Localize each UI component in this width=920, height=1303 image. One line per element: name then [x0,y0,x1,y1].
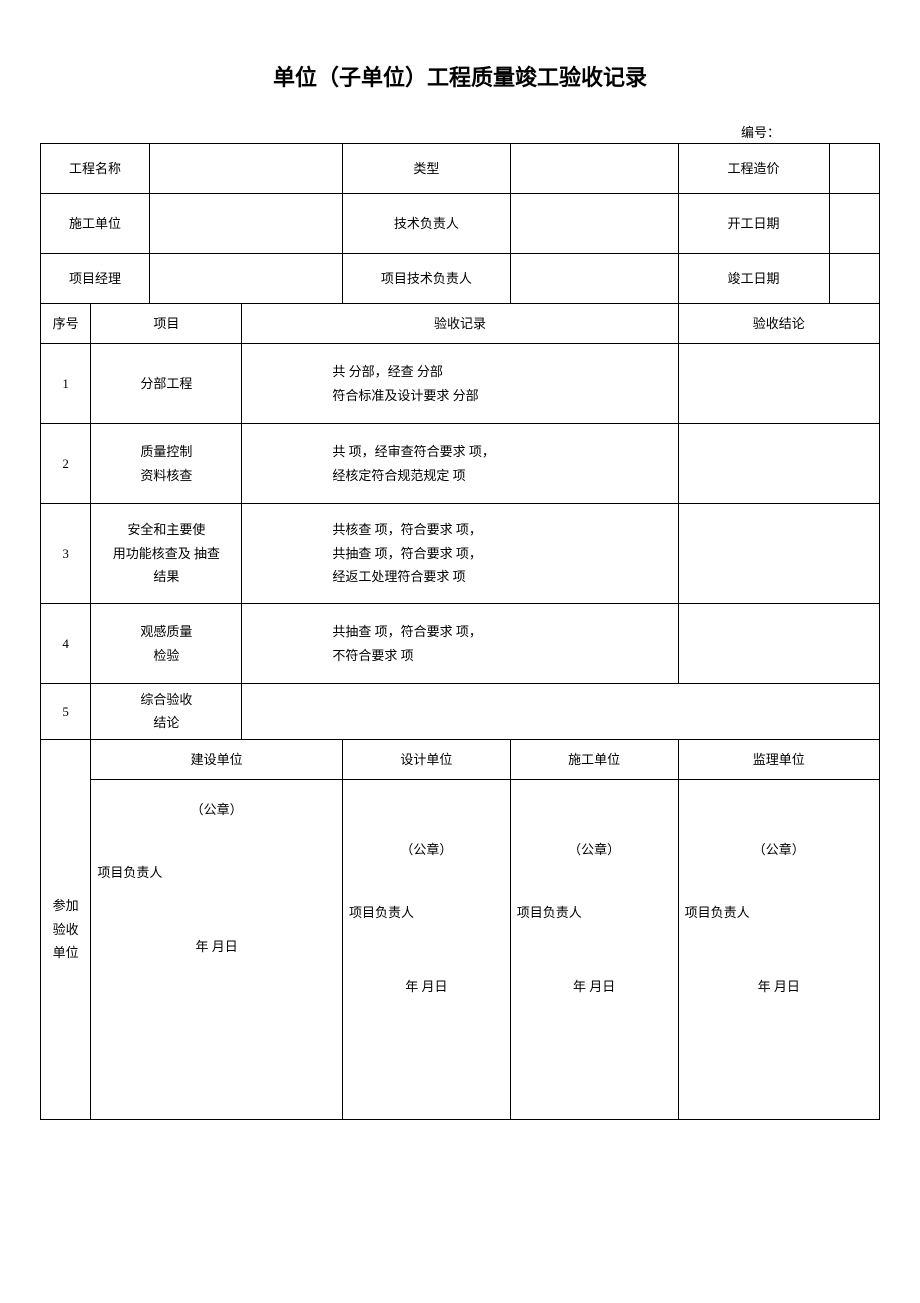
row-seq: 1 [41,344,91,424]
seal-label: （公章） [97,798,336,821]
row-seq: 5 [41,684,91,740]
row-seq: 3 [41,504,91,604]
row-conclusion [678,504,879,604]
value-project-manager [150,254,343,304]
date-label: 年 月日 [97,935,336,958]
value-construction-unit [150,194,343,254]
label-construction-unit: 施工单位 [41,194,150,254]
label-type: 类型 [343,144,511,194]
row-item: 观感质量 检验 [91,604,242,684]
sig-block-contractor: （公章） 项目负责人 年 月日 [510,779,678,1119]
label-end-date: 竣工日期 [678,254,829,304]
date-label: 年 月日 [685,975,873,998]
acceptance-record-table: 工程名称 类型 工程造价 施工单位 技术负责人 开工日期 项目经理 项目技术负责… [40,143,880,1120]
row-item: 综合验收 结论 [91,684,242,740]
row-item: 安全和主要使 用功能核查及 抽查 结果 [91,504,242,604]
label-project-manager: 项目经理 [41,254,150,304]
col-record: 验收记录 [242,304,678,344]
row-conclusion [678,424,879,504]
sig-block-design: （公章） 项目负责人 年 月日 [343,779,511,1119]
sig-side-label: 参加 验收 单位 [41,739,91,1119]
sig-block-construction: （公章） 项目负责人 年 月日 [91,779,343,1119]
person-label: 项目负责人 [349,901,504,924]
value-end-date [829,254,879,304]
row-record: 共抽查 项，符合要求 项， 不符合要求 项 [242,604,678,684]
sig-head-contractor: 施工单位 [510,739,678,779]
row-conclusion [678,604,879,684]
sig-block-supervisor: （公章） 项目负责人 年 月日 [678,779,879,1119]
date-label: 年 月日 [349,975,504,998]
label-start-date: 开工日期 [678,194,829,254]
row-item: 质量控制 资料核查 [91,424,242,504]
sig-head-construction: 建设单位 [91,739,343,779]
document-title: 单位（子单位）工程质量竣工验收记录 [40,60,880,92]
row-seq: 4 [41,604,91,684]
value-project-name [150,144,343,194]
date-label: 年 月日 [517,975,672,998]
person-label: 项目负责人 [97,861,336,884]
col-item: 项目 [91,304,242,344]
value-cost [829,144,879,194]
label-proj-tech-lead: 项目技术负责人 [343,254,511,304]
label-cost: 工程造价 [678,144,829,194]
row-conclusion-综合 [242,684,880,740]
col-seq: 序号 [41,304,91,344]
row-record: 共 项，经审查符合要求 项， 经核定符合规范规定 项 [242,424,678,504]
value-start-date [829,194,879,254]
sig-head-design: 设计单位 [343,739,511,779]
seal-label: （公章） [349,838,504,861]
value-proj-tech-lead [510,254,678,304]
value-type [510,144,678,194]
row-record: 共 分部，经查 分部 符合标准及设计要求 分部 [242,344,678,424]
label-project-name: 工程名称 [41,144,150,194]
person-label: 项目负责人 [517,901,672,924]
col-conclusion: 验收结论 [678,304,879,344]
row-conclusion [678,344,879,424]
row-seq: 2 [41,424,91,504]
row-item: 分部工程 [91,344,242,424]
seal-label: （公章） [517,838,672,861]
document-number-label: 编号： [40,122,880,141]
value-tech-lead [510,194,678,254]
seal-label: （公章） [685,838,873,861]
label-tech-lead: 技术负责人 [343,194,511,254]
sig-head-supervisor: 监理单位 [678,739,879,779]
person-label: 项目负责人 [685,901,873,924]
row-record: 共核查 项，符合要求 项， 共抽查 项，符合要求 项， 经返工处理符合要求 项 [242,504,678,604]
